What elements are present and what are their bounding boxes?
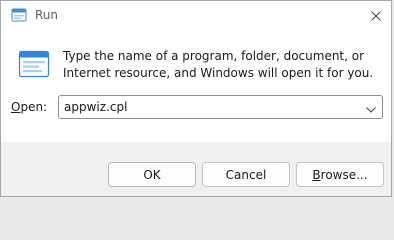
title-bar[interactable]: Run <box>1 1 391 31</box>
run-app-icon <box>11 7 27 23</box>
dropdown-button[interactable] <box>360 96 382 118</box>
run-icon <box>18 48 50 80</box>
browse-label: rowse... <box>320 167 368 182</box>
close-icon <box>371 6 381 25</box>
browse-button[interactable]: Browse... <box>296 162 384 187</box>
run-dialog-window: Run Type the name of a program, folder, … <box>0 0 392 197</box>
dialog-description: Type the name of a program, folder, docu… <box>63 49 374 80</box>
open-label: Open: <box>11 99 47 115</box>
open-combobox[interactable] <box>58 95 383 119</box>
browse-accelerator: B <box>312 167 321 182</box>
window-title: Run <box>35 8 59 22</box>
close-button[interactable] <box>361 1 391 29</box>
open-input[interactable] <box>59 96 359 118</box>
ok-button[interactable]: OK <box>108 162 196 187</box>
cancel-button[interactable]: Cancel <box>202 162 290 187</box>
chevron-down-icon <box>366 98 376 117</box>
open-label-text: pen: <box>20 100 48 114</box>
